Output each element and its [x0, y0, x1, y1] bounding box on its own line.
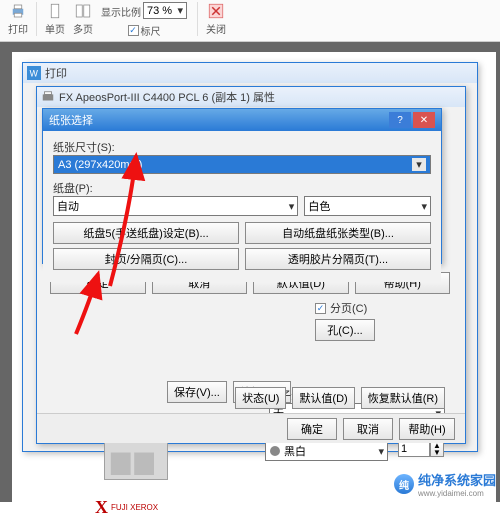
- close-titlebar-button[interactable]: ✕: [413, 112, 435, 128]
- close-label: 关闭: [206, 21, 226, 36]
- zoom-value: 73 %: [147, 5, 172, 17]
- print-dialog-titlebar[interactable]: W 打印: [23, 63, 477, 83]
- paper-size-value: A3 (297x420mm): [58, 159, 142, 171]
- chevron-down-icon: ▾: [177, 4, 183, 17]
- paper-selection-dialog: 纸张选择 ? ✕ 纸张尺寸(S): A3 (297x420mm) ▾ 纸盘(P)…: [42, 108, 442, 264]
- punch-button[interactable]: 孔(C)...: [315, 319, 375, 341]
- ribbon-toolbar: 打印 单页 多页 显示比例 73 % ▾ ✓ 标尺 关闭: [0, 0, 500, 42]
- single-page-label: 单页: [45, 21, 65, 36]
- paper-size-label: 纸张尺寸(S):: [53, 139, 425, 155]
- watermark: 纯 纯净系统家园 www.yidaimei.com: [394, 470, 496, 498]
- watermark-brand: 纯净系统家园: [418, 470, 496, 489]
- ok-button[interactable]: 确定: [287, 418, 337, 440]
- properties-title: FX ApeosPort-III C4400 PCL 6 (副本 1) 属性: [59, 89, 275, 105]
- print-button[interactable]: 打印: [4, 2, 32, 36]
- properties-dialog-buttons: 确定 取消 帮助(H): [37, 413, 465, 443]
- divider: [197, 2, 198, 36]
- tray-select[interactable]: 自动 ▾: [53, 196, 298, 216]
- paper-size-select[interactable]: A3 (297x420mm) ▾: [53, 155, 431, 174]
- auto-tray-type-button[interactable]: 自动纸盘纸张类型(B)...: [245, 222, 431, 244]
- restore-defaults-button[interactable]: 恢复默认值(R): [361, 387, 445, 409]
- xerox-x-icon: X: [95, 497, 108, 518]
- paper-dialog-title: 纸张选择: [49, 112, 93, 128]
- single-page-icon: [46, 2, 64, 20]
- properties-titlebar[interactable]: FX ApeosPort-III C4400 PCL 6 (副本 1) 属性: [37, 87, 465, 107]
- options-panel: ✓ 分页(C) 孔(C)...: [315, 297, 445, 344]
- multi-page-label: 多页: [73, 21, 93, 36]
- svg-text:W: W: [30, 69, 39, 79]
- tray-color-select[interactable]: 白色 ▾: [304, 196, 431, 216]
- tray5-settings-button[interactable]: 纸盘5(手送纸盘)设定(B)...: [53, 222, 239, 244]
- tray-color-value: 白色: [308, 198, 330, 214]
- close-preview-button[interactable]: 关闭: [202, 2, 230, 36]
- help-titlebar-button[interactable]: ?: [389, 112, 411, 128]
- ruler-label: 标尺: [141, 23, 161, 38]
- cover-separator-button[interactable]: 封页/分隔页(C)...: [53, 248, 239, 270]
- chevron-down-icon: ▾: [421, 200, 427, 213]
- ruler-checkbox[interactable]: ✓: [128, 25, 139, 36]
- print-label: 打印: [8, 21, 28, 36]
- collate-label: 分页(C): [330, 300, 367, 316]
- help-button[interactable]: 帮助(H): [399, 418, 455, 440]
- xerox-logo: X FUJI XEROX: [95, 497, 158, 518]
- watermark-url: www.yidaimei.com: [418, 489, 496, 498]
- properties-action-row: 状态(U) 默认值(D) 恢复默认值(R): [87, 387, 445, 409]
- close-icon: [207, 2, 225, 20]
- tray-label: 纸盘(P):: [53, 180, 425, 196]
- copies-spinner[interactable]: ▲▼: [430, 441, 444, 457]
- multi-page-icon: [74, 2, 92, 20]
- chevron-down-icon: ▾: [412, 158, 426, 171]
- status-button[interactable]: 状态(U): [235, 387, 286, 409]
- divider: [36, 2, 37, 36]
- color-select[interactable]: 黑白 ▾: [265, 441, 388, 461]
- xerox-text: FUJI XEROX: [111, 503, 158, 512]
- printer-props-icon: [41, 90, 55, 104]
- ohp-separator-button[interactable]: 透明胶片分隔页(T)...: [245, 248, 431, 270]
- zoom-label: 显示比例: [101, 4, 141, 19]
- color-icon: [269, 445, 281, 457]
- paper-dialog-titlebar[interactable]: 纸张选择 ? ✕: [43, 109, 441, 131]
- cancel-button[interactable]: 取消: [343, 418, 393, 440]
- tray-value: 自动: [57, 198, 79, 214]
- defaults-button[interactable]: 默认值(D): [292, 387, 354, 409]
- color-value: 黑白: [284, 443, 306, 459]
- printer-icon: [9, 2, 27, 20]
- chevron-down-icon: ▾: [289, 200, 295, 213]
- chevron-down-icon: ▾: [379, 445, 385, 458]
- app-icon: W: [27, 66, 41, 80]
- print-dialog-title: 打印: [45, 65, 67, 81]
- zoom-select[interactable]: 73 % ▾: [143, 2, 187, 19]
- multi-page-button[interactable]: 多页: [69, 2, 97, 36]
- single-page-button[interactable]: 单页: [41, 2, 69, 36]
- collate-checkbox[interactable]: ✓: [315, 303, 326, 314]
- copies-input[interactable]: [398, 441, 430, 457]
- watermark-logo-icon: 纯: [394, 474, 414, 494]
